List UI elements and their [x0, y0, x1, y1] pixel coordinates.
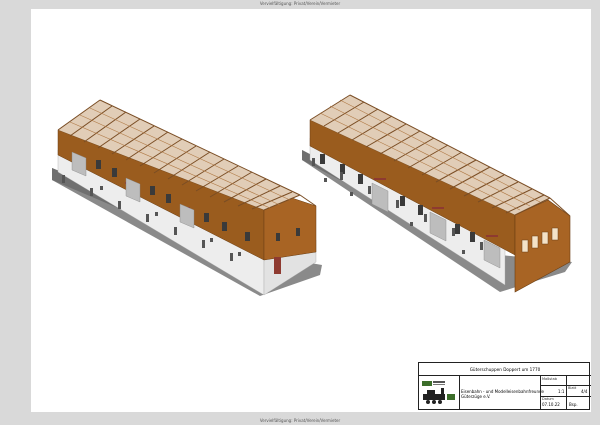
sheet-field-label: Blatt — [568, 386, 577, 390]
date-value: 07.10.22 — [542, 402, 560, 407]
organization-name: Eisenbahn - und Modelleisenbahnfreunde G… — [461, 389, 546, 399]
building-left — [52, 99, 322, 296]
scale-field-label: Maßstab — [542, 377, 557, 381]
author-value: Bsp. — [569, 402, 578, 407]
drawing-title: Güterschuppen Doppert um 1770 — [419, 363, 591, 376]
scale-value: 1:1 — [558, 389, 565, 394]
date-field-label: Datum — [542, 397, 554, 401]
org-line-2: Güterzüge e.V. — [461, 394, 491, 399]
locomotive-icon — [422, 381, 455, 404]
title-block: Güterschuppen Doppert um 1770 Eisenbahn … — [418, 362, 591, 410]
sheet-value: 4/4 — [581, 389, 588, 394]
club-logo — [419, 376, 460, 409]
footer-note: Vervielfältigung: Privat/Verein/Vermiete… — [259, 418, 341, 423]
building-right — [302, 94, 572, 293]
